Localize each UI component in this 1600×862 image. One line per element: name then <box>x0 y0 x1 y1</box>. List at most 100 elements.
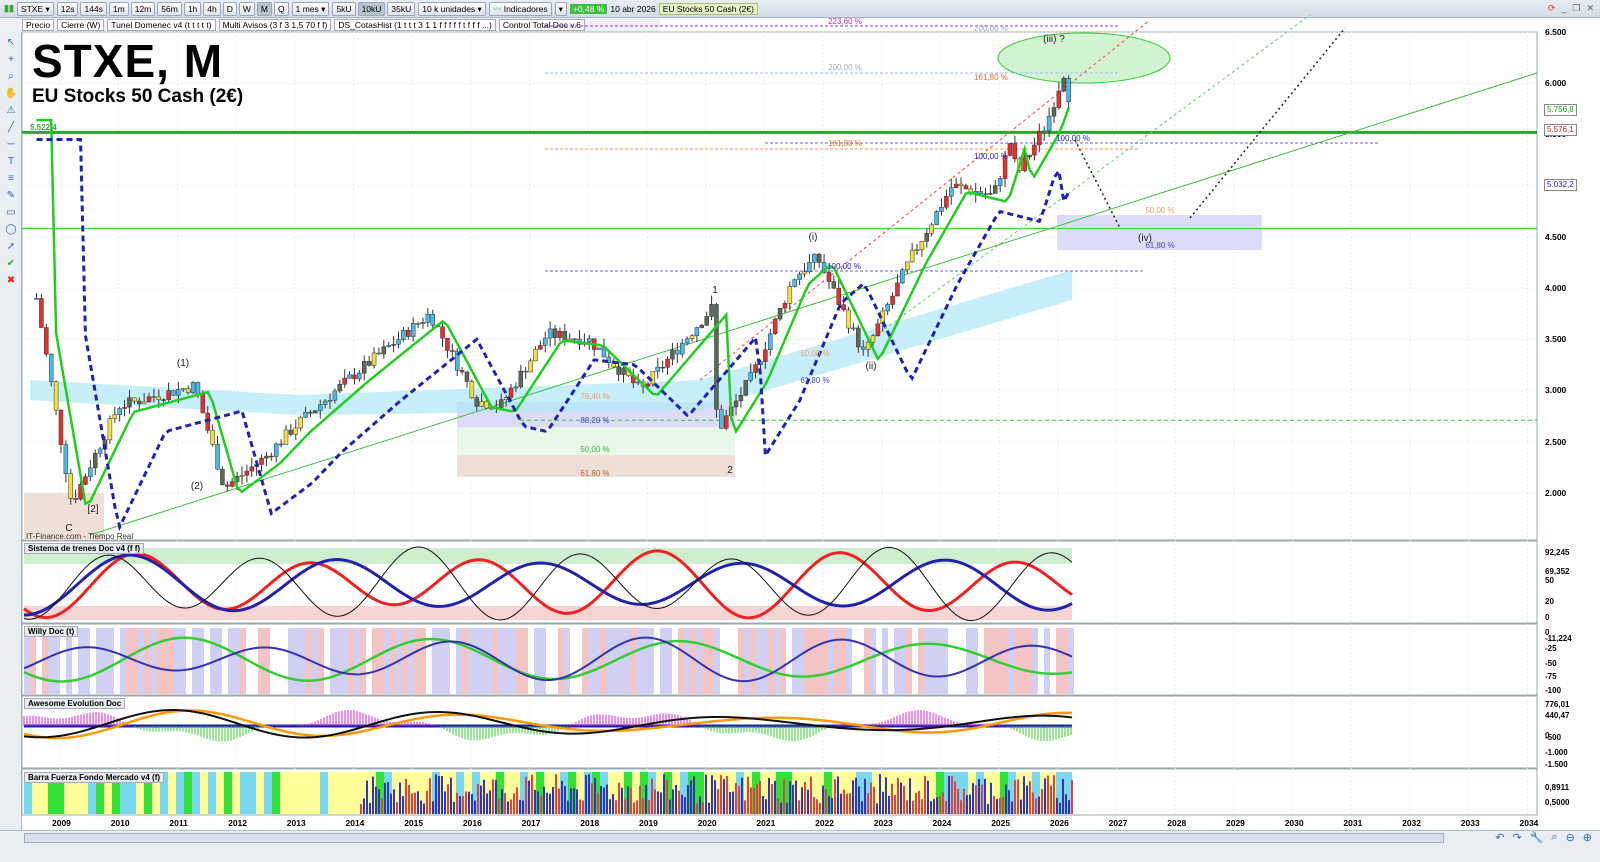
strength-bar <box>288 772 296 814</box>
willy-bar <box>108 628 114 694</box>
year-label: 2021 <box>756 818 776 828</box>
panel-title-willy[interactable]: Willy Doc (t) <box>24 626 79 637</box>
candle <box>190 382 196 393</box>
willy-bar <box>954 628 960 694</box>
candle <box>958 183 964 186</box>
willy-bar <box>522 628 528 694</box>
willy-bar <box>912 628 918 694</box>
candle <box>528 360 533 373</box>
willy-bar <box>90 628 96 694</box>
horizontal-scrollbar[interactable] <box>24 833 1444 843</box>
candle <box>264 455 269 459</box>
strength-column <box>393 789 395 814</box>
strength-column <box>501 789 503 814</box>
candle <box>273 443 279 457</box>
strength-column <box>975 785 977 814</box>
candle <box>645 383 651 387</box>
willy-bar <box>42 628 48 694</box>
willy-bar <box>468 628 474 694</box>
zoom-out-icon[interactable]: ⊖ <box>1566 831 1575 844</box>
candle <box>777 307 783 320</box>
candle <box>498 399 504 408</box>
candle <box>787 286 793 304</box>
willy-bar <box>666 628 672 694</box>
strength-column <box>423 803 425 814</box>
strength-column <box>564 786 566 814</box>
strength-bar <box>352 772 360 814</box>
undo-icon[interactable]: ↶ <box>1495 831 1504 844</box>
candle <box>347 374 352 379</box>
redo-icon[interactable]: ↷ <box>1512 831 1521 844</box>
strength-column <box>519 799 521 814</box>
willy-bar <box>702 628 708 694</box>
panel-title-trenes[interactable]: Sistema de trenes Doc v4 (f f) <box>24 543 145 554</box>
panel-axis-label: -25 <box>1545 644 1557 653</box>
candle <box>616 366 621 375</box>
willy-bar <box>756 628 762 694</box>
strength-column <box>636 800 638 814</box>
strength-bar <box>216 772 224 814</box>
candle <box>513 386 519 389</box>
candle <box>39 298 44 328</box>
willy-bar <box>84 628 90 694</box>
candle <box>587 338 592 343</box>
candle <box>88 467 93 477</box>
candle <box>313 410 318 414</box>
candle <box>210 430 215 445</box>
strength-column <box>792 784 794 814</box>
candle <box>679 342 685 355</box>
candle <box>107 418 113 441</box>
strength-column <box>549 793 551 814</box>
candle <box>136 400 142 405</box>
settings-icon[interactable]: 🔧 <box>1530 831 1544 844</box>
strength-column <box>660 792 662 814</box>
willy-bar <box>828 628 834 694</box>
strength-column <box>933 799 935 814</box>
strength-column <box>630 788 632 814</box>
strength-column <box>579 799 581 814</box>
strength-column <box>486 793 488 814</box>
willy-bar <box>402 628 408 694</box>
willy-bar <box>972 628 978 694</box>
panel-axis-label: -1.500 <box>1545 760 1568 769</box>
strength-column <box>417 791 419 814</box>
zoom-fit-icon[interactable]: ⌕ <box>1551 831 1557 844</box>
candle <box>689 335 695 340</box>
strength-column <box>912 800 914 814</box>
strength-bar <box>280 772 288 814</box>
strength-column <box>609 799 611 814</box>
candle <box>464 371 470 382</box>
strength-column <box>375 786 377 814</box>
strength-column <box>366 780 368 814</box>
candle <box>73 498 78 500</box>
strength-column <box>582 800 584 814</box>
willy-bar <box>720 628 726 694</box>
level-label: 5.522,4 <box>30 123 57 132</box>
panel-title-barra[interactable]: Barra Fuerza Fondo Mercado v4 (f) <box>24 772 165 783</box>
candle <box>684 338 690 344</box>
bottom-bar: ↶ ↷ 🔧 ⌕ ⊖ ⊕ <box>0 830 1600 862</box>
price-pane <box>21 31 1538 541</box>
panel-title-awesome[interactable]: Awesome Evolution Doc <box>24 698 126 709</box>
year-label: 2017 <box>521 818 541 828</box>
candle <box>171 390 176 396</box>
willy-bar <box>414 628 420 694</box>
willy-bar <box>408 628 414 694</box>
strength-column <box>624 799 626 814</box>
strength-column <box>795 780 797 814</box>
chart-canvas[interactable]: (1)(2)[2]C12(i)(ii)(iii) ?(iv)223,60 %20… <box>0 0 1600 862</box>
willy-bar <box>726 628 732 694</box>
candle <box>953 183 959 188</box>
data-source: IT-Finance.com - Tiempo Real <box>26 532 134 541</box>
strength-column <box>810 776 812 814</box>
strength-column <box>420 800 422 814</box>
zoom-in-icon[interactable]: ⊕ <box>1583 831 1592 844</box>
candle <box>386 345 391 347</box>
strength-column <box>852 780 854 814</box>
strength-column <box>690 780 692 814</box>
candle <box>352 374 357 380</box>
willy-bar <box>708 628 714 694</box>
candle <box>831 281 837 289</box>
willy-bar <box>834 628 840 694</box>
willy-bar <box>48 628 54 694</box>
